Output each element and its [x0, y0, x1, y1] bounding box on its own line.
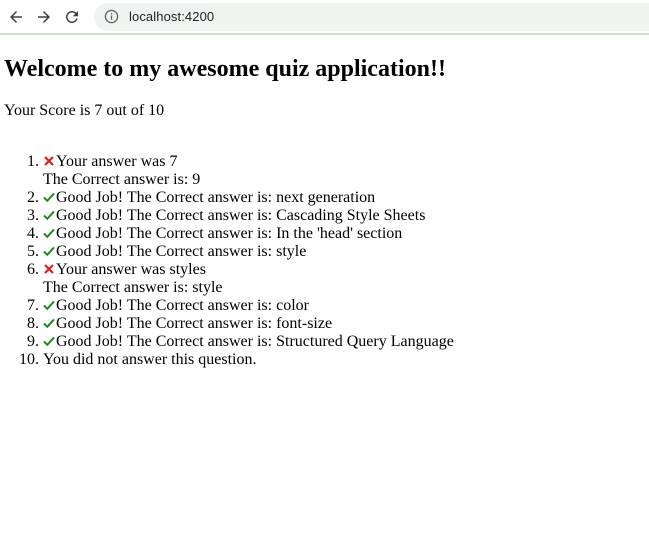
- result-item: Good Job! The Correct answer is: Structu…: [43, 333, 645, 351]
- checkmark-icon: [43, 191, 55, 203]
- result-item: Good Job! The Correct answer is: Cascadi…: [43, 207, 645, 225]
- reload-button[interactable]: [62, 7, 82, 27]
- score-text: Your Score is 7 out of 10: [4, 102, 165, 119]
- result-text: Your answer was 7: [56, 153, 178, 170]
- info-icon[interactable]: [104, 9, 120, 25]
- result-text: Good Job! The Correct answer is: Structu…: [56, 333, 454, 350]
- result-text: You did not answer this question.: [43, 351, 257, 368]
- arrow-left-icon: [10, 10, 22, 23]
- checkmark-icon: [43, 227, 55, 239]
- page-content: Welcome to my awesome quiz application!!…: [0, 54, 649, 369]
- checkmark-icon: [43, 209, 55, 221]
- url-text[interactable]: localhost:4200: [129, 9, 214, 24]
- result-item: Good Job! The Correct answer is: style: [43, 243, 645, 261]
- page-title: Welcome to my awesome quiz application!!: [4, 56, 446, 82]
- results-list: Your answer was 7The Correct answer is: …: [4, 153, 645, 369]
- result-item: Your answer was 7The Correct answer is: …: [43, 153, 645, 189]
- result-item: Good Job! The Correct answer is: color: [43, 297, 645, 315]
- forward-button[interactable]: [34, 7, 54, 27]
- result-text: Good Job! The Correct answer is: style: [56, 243, 307, 260]
- result-text: Good Job! The Correct answer is: color: [56, 297, 309, 314]
- checkmark-icon: [43, 245, 55, 257]
- browser-toolbar: localhost:4200: [0, 0, 649, 35]
- result-text: Good Job! The Correct answer is: next ge…: [56, 189, 376, 206]
- result-item: Good Job! The Correct answer is: next ge…: [43, 189, 645, 207]
- result-text: Good Job! The Correct answer is: font-si…: [56, 315, 333, 332]
- result-item: Good Job! The Correct answer is: font-si…: [43, 315, 645, 333]
- result-text: Good Job! The Correct answer is: Cascadi…: [56, 207, 426, 224]
- address-bar[interactable]: localhost:4200: [94, 2, 649, 31]
- cross-icon: [43, 155, 55, 167]
- correct-answer-text: The Correct answer is: style: [43, 279, 223, 296]
- checkmark-icon: [43, 335, 55, 347]
- result-text: Your answer was styles: [56, 261, 206, 278]
- reload-icon: [65, 10, 78, 23]
- arrow-right-icon: [38, 10, 50, 23]
- result-text: Good Job! The Correct answer is: In the …: [56, 225, 403, 242]
- cross-icon: [43, 263, 55, 275]
- correct-answer-text: The Correct answer is: 9: [43, 171, 201, 188]
- result-item: Good Job! The Correct answer is: In the …: [43, 225, 645, 243]
- result-item: Your answer was stylesThe Correct answer…: [43, 261, 645, 297]
- checkmark-icon: [43, 317, 55, 329]
- result-item: You did not answer this question.: [43, 351, 645, 369]
- checkmark-icon: [43, 299, 55, 311]
- back-button[interactable]: [6, 7, 26, 27]
